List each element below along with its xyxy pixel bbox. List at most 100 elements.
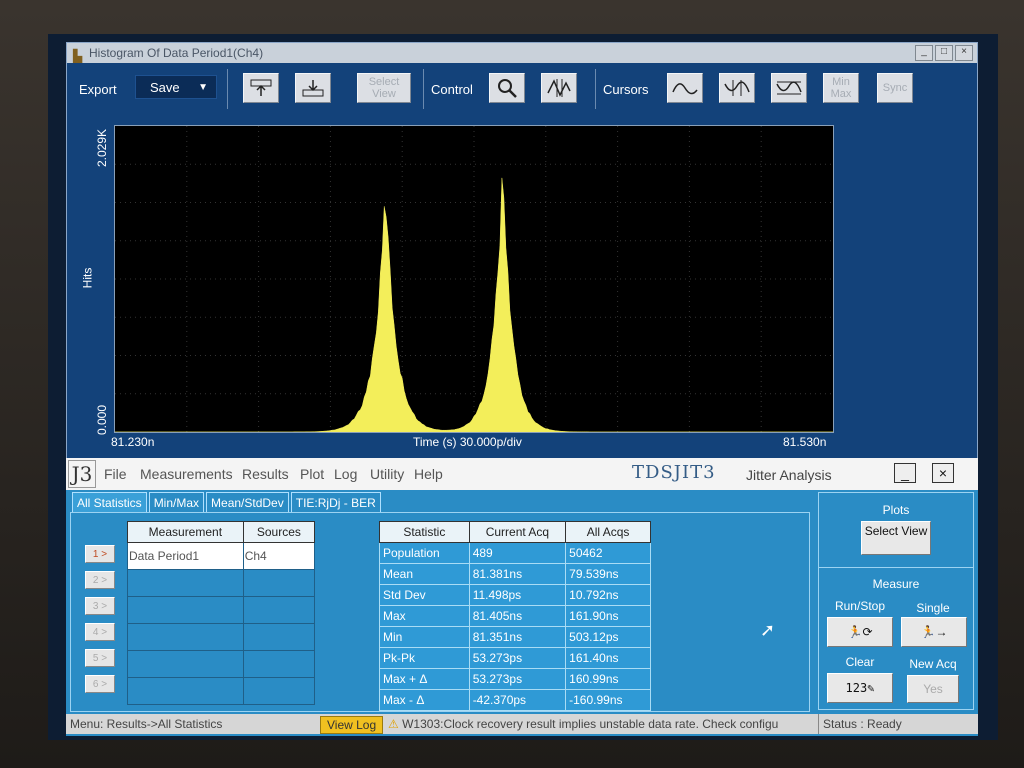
new-acq-yes-button[interactable]: Yes xyxy=(907,675,959,703)
table-row[interactable]: Data Period1 Ch4 xyxy=(127,542,316,570)
x-axis-max-label: 81.530n xyxy=(783,435,827,449)
statistic-name: Max - Δ xyxy=(379,689,470,711)
measurement-header: Measurement xyxy=(127,521,244,543)
minimize-button[interactable]: _ xyxy=(915,45,933,61)
all-acqs-header: All Acqs xyxy=(565,521,651,543)
source-cell xyxy=(242,569,316,597)
source-cell xyxy=(242,623,316,651)
current-acq-value: 489 xyxy=(468,542,567,564)
status-text: Status : Ready xyxy=(818,714,902,734)
source-cell xyxy=(242,596,316,624)
export-label: Export xyxy=(79,82,117,97)
arrow-down-box-icon xyxy=(302,80,324,97)
all-acqs-value: 160.99ns xyxy=(565,668,651,690)
menu-plot[interactable]: Plot xyxy=(300,466,324,482)
source-cell xyxy=(242,650,316,678)
row-select-button[interactable]: 5 > xyxy=(85,649,115,667)
menu-results[interactable]: Results xyxy=(242,466,289,482)
cursor-vertical-button[interactable] xyxy=(719,73,755,103)
histogram-svg xyxy=(115,126,833,432)
clear-counter: 123 xyxy=(845,681,868,695)
view-log-button[interactable]: View Log xyxy=(320,716,384,734)
close-button[interactable]: × xyxy=(955,45,973,61)
select-view-button[interactable]: Select View xyxy=(357,73,411,103)
table-row[interactable] xyxy=(127,596,316,624)
row-select-button[interactable]: 6 > xyxy=(85,675,115,693)
menu-utility[interactable]: Utility xyxy=(370,466,404,482)
sync-button[interactable]: Sync xyxy=(877,73,913,103)
all-acqs-value: 10.792ns xyxy=(565,584,651,606)
table-row[interactable] xyxy=(127,677,316,705)
side-control-panel: Plots Select View Measure Run/Stop Singl… xyxy=(818,492,974,710)
clear-button[interactable]: 123✎ xyxy=(827,673,893,703)
warning-icon: ⚠ xyxy=(388,717,399,731)
tab-tie-rjdj-ber[interactable]: TIE:RjDj - BER xyxy=(290,492,381,513)
status-bar: Menu: Results->All Statistics View Log ⚠… xyxy=(66,714,978,734)
control-label: Control xyxy=(431,82,473,97)
move-down-button[interactable] xyxy=(295,73,331,103)
maximize-button[interactable]: □ xyxy=(935,45,953,61)
horizontal-cursor-icon xyxy=(776,81,802,95)
measurement-cell xyxy=(127,650,244,678)
menu-path: Menu: Results->All Statistics xyxy=(70,717,223,731)
measurement-cell xyxy=(127,677,244,705)
menu-help[interactable]: Help xyxy=(414,466,443,482)
clear-label: Clear xyxy=(845,655,875,669)
menu-log[interactable]: Log xyxy=(334,466,357,482)
j3-minimize-button[interactable]: _ xyxy=(894,463,916,483)
vertical-cursor-icon xyxy=(724,80,750,96)
new-acq-label: New Acq xyxy=(909,657,957,671)
tab-mean-stddev[interactable]: Mean/StdDev xyxy=(206,492,289,513)
move-up-button[interactable] xyxy=(243,73,279,103)
row-select-button[interactable]: 4 > xyxy=(85,623,115,641)
table-row: Population 489 50462 xyxy=(379,542,651,564)
statistic-name: Max + Δ xyxy=(379,668,470,690)
histogram-toolbar: Export Save ▼ Select View Control Cursor… xyxy=(67,65,977,113)
arrow-up-box-icon xyxy=(250,79,272,96)
statistic-name: Min xyxy=(379,626,470,648)
row-select-button[interactable]: 3 > xyxy=(85,597,115,615)
waveform-control-button[interactable] xyxy=(541,73,577,103)
j3-logo: J3 xyxy=(68,460,96,488)
export-select[interactable]: Save ▼ xyxy=(135,75,217,99)
table-row[interactable] xyxy=(127,569,316,597)
tab-min-max[interactable]: Min/Max xyxy=(148,492,205,513)
minmax-button[interactable]: Min Max xyxy=(823,73,859,103)
runner-arrow-icon: 🏃→ xyxy=(920,625,948,639)
sources-header: Sources xyxy=(242,521,316,543)
current-acq-value: 81.381ns xyxy=(468,563,567,585)
row-select-button[interactable]: 2 > xyxy=(85,571,115,589)
measurement-cell xyxy=(127,596,244,624)
magnifier-icon xyxy=(498,79,517,98)
cursor-horizontal-button[interactable] xyxy=(771,73,807,103)
menu-file[interactable]: File xyxy=(104,466,127,482)
single-button[interactable]: 🏃→ xyxy=(901,617,967,647)
j3-window: J3 File Measurements Results Plot Log Ut… xyxy=(66,458,978,736)
export-value: Save xyxy=(150,80,180,95)
current-acq-value: 81.351ns xyxy=(468,626,567,648)
table-row: Max 81.405ns 161.90ns xyxy=(379,605,651,627)
mouse-pointer-icon: ➚ xyxy=(760,620,776,640)
table-row: Mean 81.381ns 79.539ns xyxy=(379,563,651,585)
plots-select-view-button[interactable]: Select View xyxy=(861,521,931,555)
screen: ▙ Histogram Of Data Period1(Ch4) _ □ × E… xyxy=(48,34,998,740)
statistic-name: Population xyxy=(379,542,470,564)
runstop-button[interactable]: 🏃⟳ xyxy=(827,617,893,647)
all-acqs-value: -160.99ns xyxy=(565,689,651,711)
measurement-cell xyxy=(127,569,244,597)
row-select-button[interactable]: 1 > xyxy=(85,545,115,563)
tab-all-statistics[interactable]: All Statistics xyxy=(72,492,147,513)
cursor-waveform-button[interactable] xyxy=(667,73,703,103)
j3-close-button[interactable]: × xyxy=(932,463,954,483)
table-row[interactable] xyxy=(127,623,316,651)
table-row[interactable] xyxy=(127,650,316,678)
histogram-titlebar[interactable]: ▙ Histogram Of Data Period1(Ch4) _ □ × xyxy=(67,43,977,63)
current-acq-value: -42.370ps xyxy=(468,689,567,711)
sine-cursor-icon xyxy=(672,83,698,95)
all-statistics-panel: 1 > 2 > 3 > 4 > 5 > 6 > Measurement Sour… xyxy=(70,512,810,712)
chevron-down-icon: ▼ xyxy=(198,82,208,93)
menu-measurements[interactable]: Measurements xyxy=(140,466,233,482)
histogram-plot[interactable] xyxy=(114,125,834,433)
zoom-button[interactable] xyxy=(489,73,525,103)
brand-subtitle: Jitter Analysis xyxy=(746,467,832,483)
